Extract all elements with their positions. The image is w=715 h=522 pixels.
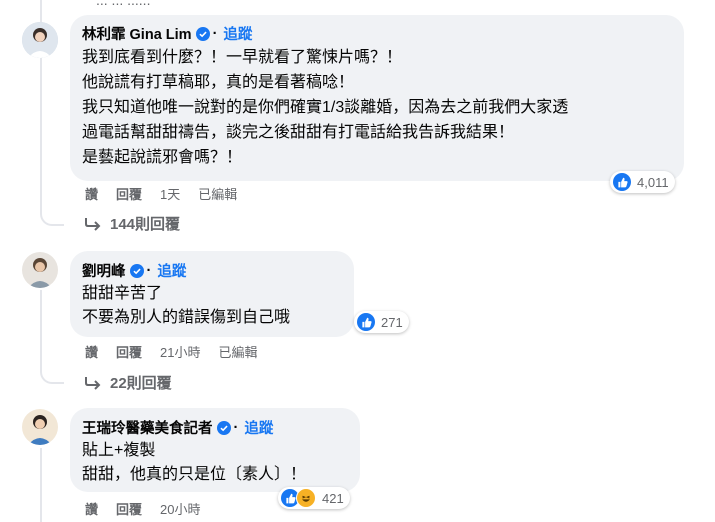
edited-label[interactable]: 已編輯 bbox=[219, 342, 258, 361]
verified-badge-icon bbox=[129, 263, 144, 278]
comment-text-line: 是藝起說謊邪會嗎？！ bbox=[82, 149, 243, 166]
avatar[interactable] bbox=[22, 409, 58, 445]
verified-badge-icon bbox=[195, 26, 210, 41]
comment-header: 王瑞玲醫藥美食記者 · 追蹤 bbox=[82, 417, 273, 438]
comment-header: 劉明峰 · 追蹤 bbox=[82, 260, 186, 281]
thread-line bbox=[40, 290, 42, 358]
separator-dot: · bbox=[212, 25, 218, 42]
reply-button[interactable]: 回覆 bbox=[116, 499, 142, 518]
comment-text-line: 貼上+複製 bbox=[82, 442, 156, 459]
thread-line bbox=[40, 448, 42, 522]
edited-label[interactable]: 已編輯 bbox=[198, 184, 237, 203]
avatar[interactable] bbox=[22, 22, 58, 58]
timestamp[interactable]: 21小時 bbox=[160, 342, 200, 361]
verified-badge-icon bbox=[216, 420, 231, 435]
timestamp[interactable]: 1天 bbox=[160, 184, 180, 203]
like-button[interactable]: 讚 bbox=[85, 342, 98, 361]
reaction-summary[interactable]: 4,011 bbox=[610, 171, 675, 193]
reaction-count: 4,011 bbox=[637, 174, 669, 190]
like-button[interactable]: 讚 bbox=[85, 184, 98, 203]
timestamp[interactable]: 20小時 bbox=[160, 499, 200, 518]
comment-text-line: 我只知道他唯一說對的是你們確實1/3談離婚，因為去之前我們大家透 bbox=[82, 99, 569, 116]
follow-button[interactable]: 追蹤 bbox=[157, 260, 186, 281]
reaction-count: 271 bbox=[381, 314, 403, 330]
separator-dot: · bbox=[146, 262, 152, 279]
comment-text-line: 不要為別人的錯誤傷到自己哦 bbox=[82, 309, 291, 326]
follow-button[interactable]: 追蹤 bbox=[244, 417, 273, 438]
reply-button[interactable]: 回覆 bbox=[116, 342, 142, 361]
view-replies-button[interactable]: 144則回覆 bbox=[84, 213, 180, 234]
comment-actions: 讚 回覆 1天 已編輯 bbox=[85, 184, 255, 203]
comment-text-line: 甜甜，他真的只是位〔素人〕！ bbox=[82, 466, 307, 483]
author-name[interactable]: 林利霏 Gina Lim bbox=[82, 23, 192, 44]
author-name[interactable]: 劉明峰 bbox=[82, 260, 126, 281]
reply-arrow-icon bbox=[85, 376, 101, 390]
comment-header: 林利霏 Gina Lim · 追蹤 bbox=[82, 23, 252, 44]
reaction-summary[interactable]: 421 bbox=[278, 487, 350, 509]
truncated-text: ... ... ...... bbox=[96, 0, 151, 8]
avatar[interactable] bbox=[22, 252, 58, 288]
comment-actions: 讚 回覆 21小時 已編輯 bbox=[85, 342, 276, 361]
comment-text-line: 我到底看到什麼？！一早就看了驚悚片嗎？！ bbox=[82, 49, 403, 66]
reply-arrow-icon bbox=[85, 217, 101, 231]
comment-text-line: 他說謊有打草稿耶，真的是看著稿唸！ bbox=[82, 74, 355, 91]
replies-count-label: 144則回覆 bbox=[110, 216, 181, 233]
comment-text-line: 過電話幫甜甜禱告，談完之後甜甜有打電話給我告訴我結果！ bbox=[82, 124, 515, 141]
reaction-summary[interactable]: 271 bbox=[354, 311, 409, 333]
haha-reaction-icon bbox=[296, 488, 316, 508]
comment-actions: 讚 回覆 20小時 bbox=[85, 499, 219, 518]
like-reaction-icon bbox=[357, 313, 375, 331]
reaction-count: 421 bbox=[322, 490, 344, 506]
separator-dot: · bbox=[233, 419, 239, 436]
like-button[interactable]: 讚 bbox=[85, 499, 98, 518]
author-name[interactable]: 王瑞玲醫藥美食記者 bbox=[82, 417, 213, 438]
reply-button[interactable]: 回覆 bbox=[116, 184, 142, 203]
like-reaction-icon bbox=[613, 173, 631, 191]
follow-button[interactable]: 追蹤 bbox=[223, 23, 252, 44]
view-replies-button[interactable]: 22則回覆 bbox=[84, 372, 172, 393]
thread-curve bbox=[40, 350, 64, 384]
thread-curve bbox=[40, 170, 64, 226]
comment-text-line: 甜甜辛苦了 bbox=[82, 285, 163, 302]
replies-count-label: 22則回覆 bbox=[110, 375, 172, 392]
